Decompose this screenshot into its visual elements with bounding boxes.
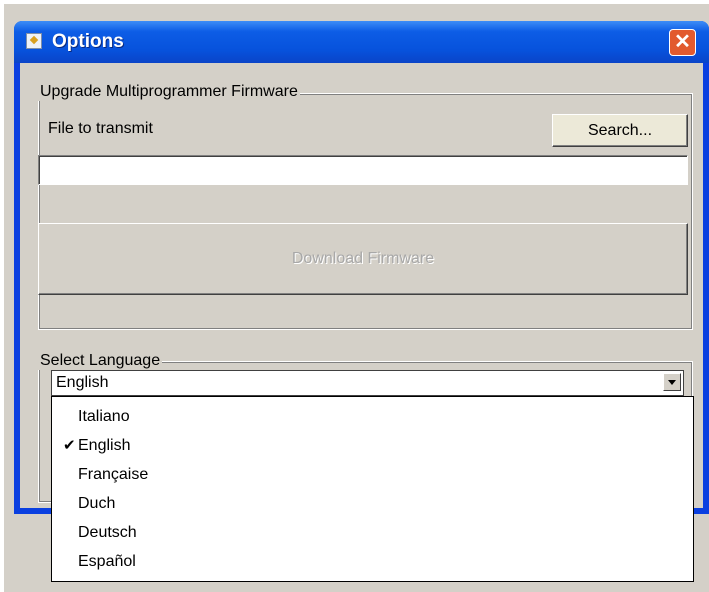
option-label: Deutsch [78, 524, 137, 541]
option-label: Italiano [78, 408, 130, 425]
option-label: Español [78, 553, 136, 570]
option-label: Française [78, 466, 149, 483]
check-icon: ✔ [63, 437, 76, 454]
language-option-francaise[interactable]: Française [52, 460, 693, 489]
file-to-transmit-label: File to transmit [48, 120, 153, 137]
language-dropdown-list: Italiano ✔ English Française Duch Deutsc… [51, 396, 694, 582]
close-button[interactable]: ✕ [669, 29, 696, 56]
language-option-italiano[interactable]: Italiano [52, 402, 693, 431]
language-option-duch[interactable]: Duch [52, 489, 693, 518]
language-option-english[interactable]: ✔ English [52, 431, 693, 460]
app-icon [26, 33, 42, 49]
window-title: Options [52, 31, 124, 52]
language-select[interactable]: English [51, 370, 684, 396]
option-label: Duch [78, 495, 116, 512]
firmware-group-legend: Upgrade Multiprogrammer Firmware [38, 83, 300, 101]
download-firmware-button[interactable]: Download Firmware [38, 223, 688, 295]
language-select-value: English [56, 374, 109, 391]
chevron-down-icon[interactable] [663, 373, 681, 391]
title-bar[interactable]: Options ✕ [14, 21, 709, 63]
language-option-deutsch[interactable]: Deutsch [52, 518, 693, 547]
language-option-espanol[interactable]: Español [52, 547, 693, 576]
file-path-input[interactable] [38, 155, 688, 185]
option-label: English [78, 437, 131, 454]
search-button[interactable]: Search... [552, 114, 688, 147]
language-group-legend: Select Language [38, 352, 163, 370]
